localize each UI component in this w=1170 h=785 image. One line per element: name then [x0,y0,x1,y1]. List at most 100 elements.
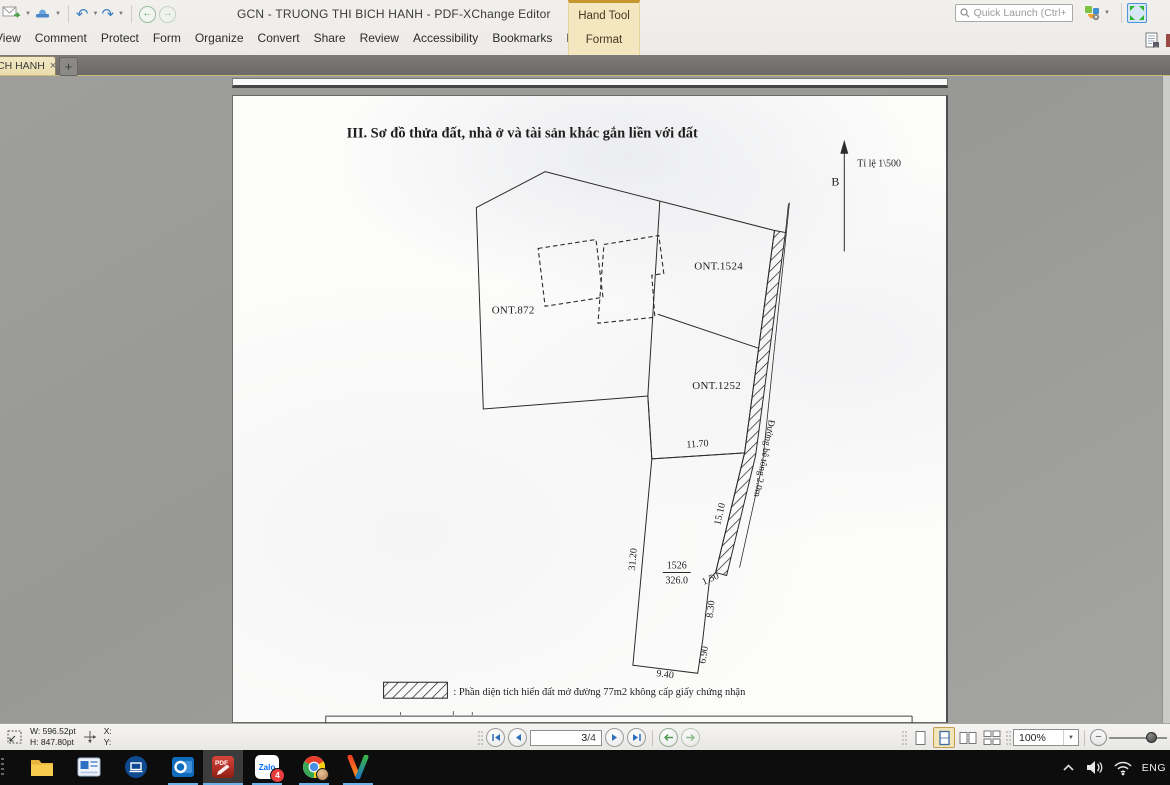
drag-handle-icon[interactable] [1005,730,1011,746]
drag-handle-icon[interactable] [477,730,483,746]
page-number-field[interactable]: 3/4 [530,730,602,746]
windows-taskbar: PDF Zalo 4 [0,750,1170,785]
parcel-divider-line [658,314,759,348]
total-pages: /4 [587,732,596,744]
cursor-position-icon [83,730,97,744]
customize-toolbars-icon[interactable] [1084,5,1101,26]
stamp-icon[interactable] [34,5,51,24]
parcel-label-1524: ONT.1524 [694,260,743,272]
taskbar-handle [1,758,4,776]
plot-area: 326.0 [666,576,688,587]
view-forward-button[interactable] [681,728,700,747]
vertical-scrollbar[interactable] [1162,76,1170,723]
menu-review[interactable]: Review [353,31,406,45]
dim-6-90: 6.90 [697,645,711,664]
north-arrow-icon [840,140,848,252]
menu-convert[interactable]: Convert [251,31,307,45]
history-back-icon[interactable]: ← [139,6,156,23]
document-properties-icon[interactable] [1145,32,1161,54]
two-page-view-icon[interactable] [957,727,979,748]
menu-protect[interactable]: Protect [94,31,146,45]
menu-form[interactable]: Form [146,31,188,45]
language-indicator[interactable]: ENG [1142,762,1166,774]
scale-label: Tỉ lệ 1\500 [857,159,901,170]
quick-launch-box[interactable] [955,4,1073,22]
undo-icon[interactable]: ↶ [76,7,89,22]
parcel-boundaries [476,172,774,674]
customize-caret-icon[interactable]: ▼ [1104,10,1110,16]
first-page-button[interactable] [486,728,505,747]
zoom-slider-knob[interactable] [1146,732,1157,743]
single-page-view-icon[interactable] [909,727,931,748]
zoom-value: 100% [1014,732,1063,744]
menu-share[interactable]: Share [307,31,353,45]
v-logo-app-icon[interactable] [346,755,370,779]
zoom-out-button[interactable]: − [1090,729,1107,746]
new-tab-button[interactable]: + [59,57,78,76]
tab-format[interactable]: Format [569,34,639,46]
document-tab[interactable]: CH HANH × [0,56,56,75]
status-divider [1084,730,1085,746]
wifi-icon[interactable] [1113,759,1133,776]
email-share-icon[interactable] [2,5,21,24]
system-app-icon[interactable] [77,755,101,779]
volume-icon[interactable] [1085,759,1104,776]
cursor-coordinates: X: Y: [104,726,112,748]
continuous-view-icon[interactable] [933,727,955,748]
window-title: GCN - TRUONG THI BICH HANH - PDF-XChange… [237,7,551,21]
pdf-xchange-icon[interactable]: PDF [211,755,235,779]
notification-badge: 4 [270,768,285,783]
outlook-icon[interactable] [171,755,195,779]
email-share-caret-icon[interactable]: ▼ [25,11,31,17]
menu-bar: View Comment Protect Form Organize Conve… [0,31,598,45]
tab-hand-tool-format[interactable]: Hand Tool Format [568,0,640,55]
building-footprints [538,235,664,323]
file-explorer-icon[interactable] [30,755,54,779]
chrome-icon[interactable] [302,755,326,779]
menu-accessibility[interactable]: Accessibility [406,31,485,45]
document-tab-label[interactable]: CH HANH [0,60,45,72]
zoom-slider-track [1109,737,1167,739]
status-divider [652,730,653,746]
menu-bookmarks[interactable]: Bookmarks [485,31,559,45]
page-width-value: W: 596.52pt [30,726,76,737]
donated-strip-hatch [716,231,786,576]
zoom-slider[interactable] [1109,730,1167,746]
menu-organize[interactable]: Organize [188,31,251,45]
section-title: III. Sơ đồ thửa đất, nhà ở và tài sản kh… [347,126,698,142]
redo-caret-icon[interactable]: ▼ [118,11,124,17]
dim-9-40: 9.40 [656,668,675,681]
toolbar-divider [1121,3,1122,23]
drag-handle-icon[interactable] [901,730,907,746]
remote-desktop-icon[interactable] [124,755,148,779]
menu-comment[interactable]: Comment [28,31,94,45]
previous-page-button[interactable] [508,728,527,747]
status-bar: W: 596.52pt H: 847.80pt X: Y: [0,723,1170,750]
status-left-group: W: 596.52pt H: 847.80pt X: Y: [6,724,112,750]
tab-close-icon[interactable]: × [50,61,56,72]
toolbar-divider [68,5,69,23]
zalo-icon[interactable]: Zalo 4 [255,755,279,779]
show-hidden-icons-chevron-icon[interactable] [1061,761,1076,774]
two-page-continuous-view-icon[interactable] [981,727,1003,748]
parcel-label-1252: ONT.1252 [692,380,741,392]
toolbar-divider [131,5,132,23]
app-window: ▼ ▼ ↶ ▼ ↷ ▼ ← → GCN - TRUONG THI BICH HA… [0,0,1170,785]
zoom-level-select[interactable]: 100% ▼ [1013,729,1079,746]
next-page-button[interactable] [605,728,624,747]
quick-launch-input[interactable] [972,6,1068,20]
redo-icon[interactable]: ↷ [101,7,114,22]
page-height-value: H: 847.80pt [30,737,76,748]
active-tool-label[interactable]: Hand Tool [569,10,639,22]
dim-31-20: 31.20 [627,548,640,571]
fullscreen-icon[interactable] [1127,3,1147,23]
stamp-caret-icon[interactable]: ▼ [55,11,61,17]
dim-8-30: 8.30 [705,600,718,619]
menu-view[interactable]: View [0,31,28,45]
view-back-button[interactable] [659,728,678,747]
undo-caret-icon[interactable]: ▼ [92,11,98,17]
last-page-button[interactable] [627,728,646,747]
cursor-y-label: Y: [104,737,112,748]
history-forward-icon[interactable]: → [159,6,176,23]
legend-hatch-swatch [384,682,448,698]
